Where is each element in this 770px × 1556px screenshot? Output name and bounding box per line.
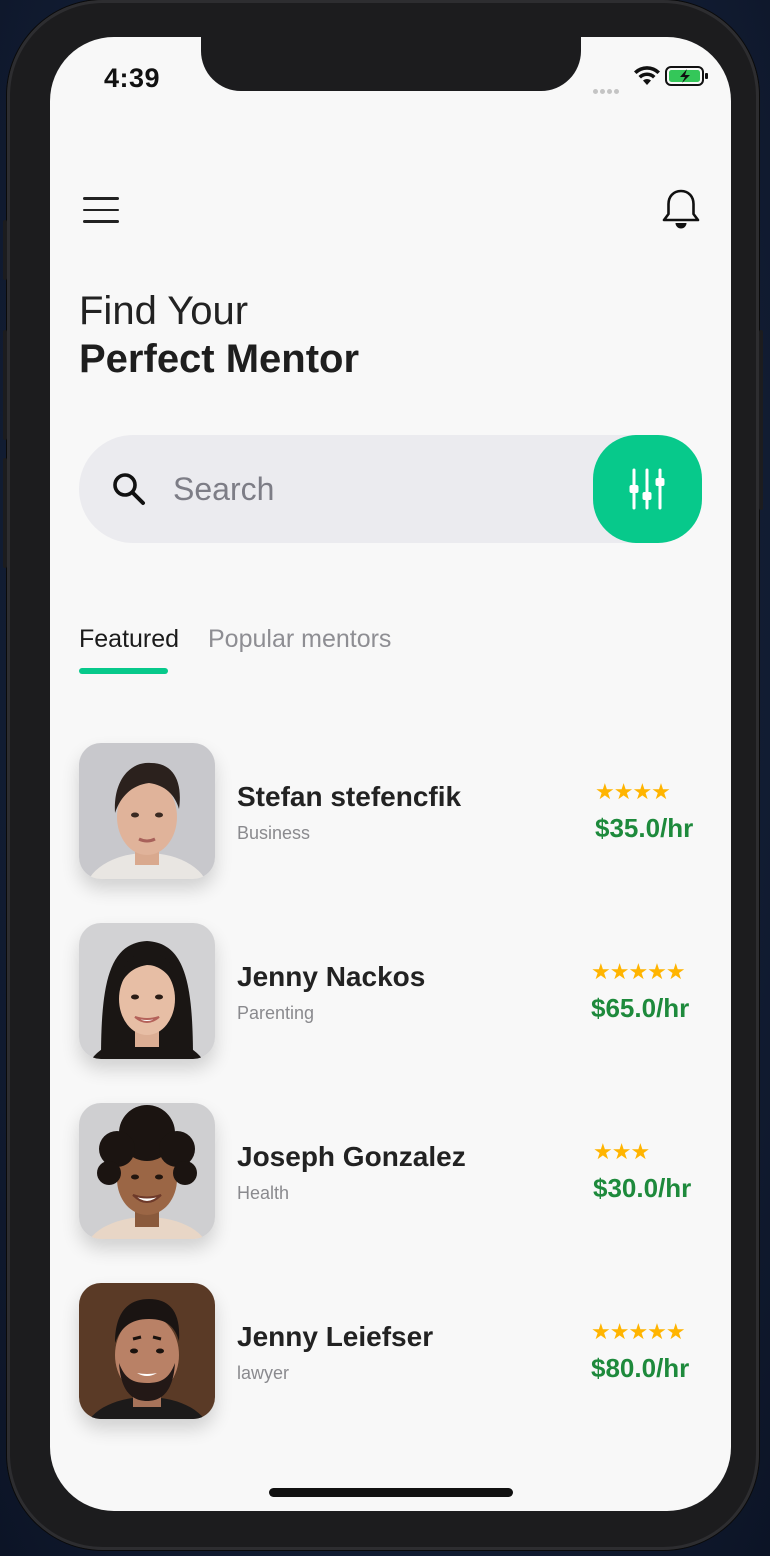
mentor-category: Business: [237, 823, 311, 843]
tab-featured[interactable]: Featured: [79, 625, 179, 654]
mentor-name: Joseph Gonzalez: [237, 1141, 466, 1172]
notch: [201, 37, 581, 91]
mentor-card[interactable]: Joseph Gonzalez Health ★★★ $30.0/hr: [79, 1103, 709, 1243]
mentor-price: $80.0/hr: [591, 1353, 690, 1383]
filter-button[interactable]: [593, 435, 702, 543]
home-indicator[interactable]: [269, 1488, 513, 1497]
sliders-icon: [629, 468, 665, 510]
mentor-name: Jenny Leiefser: [237, 1321, 434, 1352]
rating-stars: ★★★★★: [591, 959, 686, 984]
volume-down-button: [3, 458, 7, 568]
avatar: [79, 1283, 215, 1419]
rating-stars: ★★★★★: [591, 1319, 686, 1344]
rating-stars: ★★★★: [595, 779, 671, 804]
mentor-category: Parenting: [237, 1003, 315, 1023]
mentor-price: $35.0/hr: [595, 813, 694, 843]
power-button: [759, 330, 763, 510]
menu-icon[interactable]: [83, 197, 119, 225]
avatar: [79, 923, 215, 1059]
search-icon: [113, 473, 145, 505]
mentor-card[interactable]: Stefan stefencfik Business ★★★★ $35.0/hr: [79, 743, 709, 883]
active-tab-indicator: [79, 668, 168, 674]
battery-icon: [665, 66, 708, 86]
avatar: [79, 743, 215, 879]
mentor-name: Stefan stefencfik: [237, 781, 462, 812]
phone-frame: 4:39 Find Your Perfect Mentor Search Fea…: [3, 0, 763, 1550]
rating-stars: ★★★: [593, 1139, 650, 1164]
page-title-line2: Perfect Mentor: [79, 337, 360, 381]
bell-icon[interactable]: [660, 187, 702, 233]
mentor-price: $30.0/hr: [593, 1173, 692, 1203]
mentor-card[interactable]: Jenny Nackos Parenting ★★★★★ $65.0/hr: [79, 923, 709, 1063]
mentor-category: lawyer: [237, 1363, 290, 1383]
app-screen: 4:39 Find Your Perfect Mentor Search Fea…: [50, 37, 731, 1511]
status-time: 4:39: [104, 63, 161, 93]
search-bar: [79, 435, 702, 543]
wifi-icon: [634, 66, 660, 85]
mentor-price: $65.0/hr: [591, 993, 690, 1023]
tab-popular-mentors[interactable]: Popular mentors: [208, 625, 391, 654]
mentor-card[interactable]: Jenny Leiefser lawyer ★★★★★ $80.0/hr: [79, 1283, 709, 1423]
mute-switch: [3, 220, 7, 280]
volume-up-button: [3, 330, 7, 440]
avatar: [79, 1103, 215, 1239]
page-title-line1: Find Your: [79, 289, 249, 333]
mentor-name: Jenny Nackos: [237, 961, 426, 992]
search-input[interactable]: [171, 465, 575, 513]
signal-icon: [593, 81, 627, 94]
mentor-category: Health: [237, 1183, 290, 1203]
